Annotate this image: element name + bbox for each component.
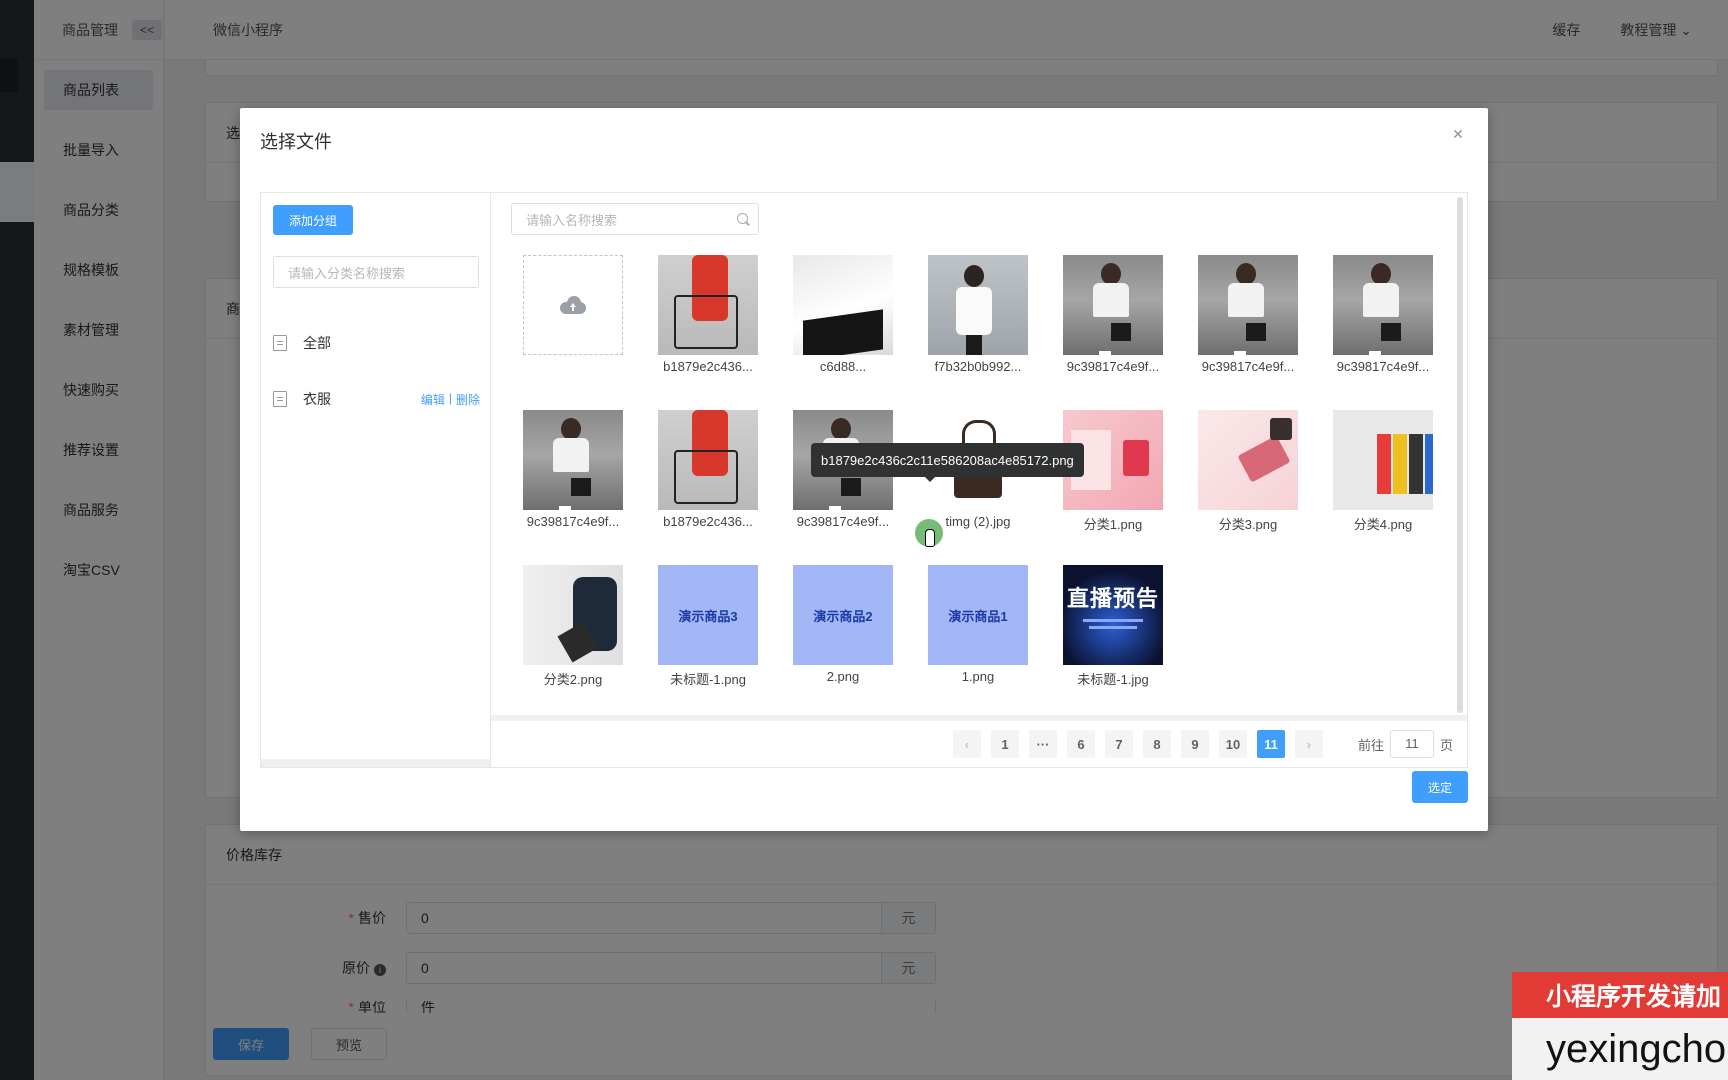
file-thumbnail — [1063, 255, 1163, 355]
file-panel: 请输入名称搜索 b1879e2c436... c6d88... f7b32b0b99… — [491, 193, 1467, 767]
page-jump-input[interactable]: 11 — [1389, 730, 1434, 758]
dialog-title: 选择文件 — [260, 132, 332, 152]
file-name: 9c39817c4e9f... — [1336, 359, 1430, 374]
page-button[interactable]: 8 — [1142, 730, 1171, 758]
file-thumbnail: 直播预告 — [1063, 565, 1163, 665]
file-name: 未标题-1.jpg — [1077, 672, 1149, 687]
file-thumbnail: 演示商品2 — [793, 565, 893, 665]
group-label: 衣服 — [303, 391, 331, 407]
edit-group-link[interactable]: 编辑 — [421, 391, 445, 408]
scrollbar[interactable] — [1457, 197, 1463, 713]
file-thumbnail — [1198, 255, 1298, 355]
file-tile[interactable]: 分类1.png — [1053, 410, 1173, 560]
group-item-clothes[interactable]: 衣服 编辑 | 删除 — [273, 379, 480, 419]
file-name: 9c39817c4e9f... — [1201, 359, 1295, 374]
file-thumbnail — [1333, 410, 1433, 510]
file-tile[interactable]: f7b32b0b992... — [918, 255, 1038, 405]
pagination: ‹ 1 ··· 6 7 8 9 10 11 › 前往 11 页 — [491, 715, 1467, 767]
search-icon[interactable] — [737, 213, 748, 224]
file-tile[interactable]: 分类2.png — [513, 565, 633, 715]
thumbnail-text: 直播预告 — [1066, 586, 1159, 611]
file-name: 2.png — [826, 669, 860, 684]
file-name: b1879e2c436... — [663, 359, 753, 374]
watermark-line2: yexingchon — [1512, 1018, 1728, 1080]
file-name: c6d88... — [819, 359, 867, 374]
file-tile[interactable]: 直播预告未标题-1.jpg — [1053, 565, 1173, 715]
group-label: 全部 — [303, 335, 331, 351]
file-name-tooltip: b1879e2c436c2c11e586208ac4e85172.png — [811, 443, 1084, 482]
page-button[interactable]: 11 — [1256, 730, 1285, 758]
upload-tile[interactable] — [513, 255, 633, 405]
close-icon[interactable]: ✕ — [1448, 124, 1468, 144]
page-jump: 前往 11 页 — [1358, 730, 1453, 758]
file-tile[interactable]: 9c39817c4e9f... — [513, 410, 633, 560]
file-name: b1879e2c436... — [663, 514, 753, 529]
file-tile[interactable]: c6d88... — [783, 255, 903, 405]
dialog-body: 添加分组 请输入分类名称搜索 全部 衣服 编辑 | 删除 请输入名称搜索 b18… — [260, 192, 1468, 768]
group-item-all[interactable]: 全部 — [273, 323, 480, 363]
file-tile[interactable]: 分类4.png — [1323, 410, 1443, 560]
page-button[interactable]: 1 — [990, 730, 1019, 758]
thumbnail-text: 演示商品1 — [948, 608, 1008, 624]
file-thumbnail: 演示商品1 — [928, 565, 1028, 665]
file-name: 分类3.png — [1218, 517, 1278, 532]
thumbnail-text: 演示商品2 — [813, 608, 873, 624]
watermark-line1: 小程序开发请加 — [1512, 972, 1728, 1018]
file-tile[interactable]: 分类3.png — [1188, 410, 1308, 560]
more-pages-button[interactable]: ··· — [1028, 730, 1057, 758]
confirm-button[interactable]: 选定 — [1412, 771, 1468, 803]
upload-area — [523, 255, 623, 355]
page-button[interactable]: 10 — [1218, 730, 1247, 758]
file-thumbnail — [793, 255, 893, 355]
file-name: f7b32b0b992... — [934, 359, 1022, 374]
file-thumbnail: 演示商品3 — [658, 565, 758, 665]
file-name: 分类1.png — [1083, 517, 1143, 532]
file-tile[interactable]: 演示商品3 未标题-1.png — [648, 565, 768, 715]
file-name: 9c39817c4e9f... — [526, 514, 620, 529]
file-tile[interactable]: b1879e2c436... — [648, 410, 768, 560]
file-search-placeholder: 请输入名称搜索 — [526, 212, 618, 228]
watermark: 小程序开发请加 yexingchon — [1512, 972, 1728, 1080]
file-thumbnail — [523, 565, 623, 665]
page-button[interactable]: 7 — [1104, 730, 1133, 758]
thumbnail-text: 演示商品3 — [678, 608, 738, 624]
cloud-upload-icon — [560, 296, 586, 314]
file-search-input[interactable]: 请输入名称搜索 — [511, 203, 759, 235]
next-page-button[interactable]: › — [1294, 730, 1323, 758]
file-thumbnail — [658, 410, 758, 510]
file-thumbnail — [523, 410, 623, 510]
file-name: 分类4.png — [1353, 517, 1413, 532]
file-tile[interactable]: b1879e2c436... — [648, 255, 768, 405]
file-thumbnail — [1198, 410, 1298, 510]
file-thumbnail — [658, 255, 758, 355]
add-group-button[interactable]: 添加分组 — [273, 205, 353, 235]
file-select-dialog: 选择文件 ✕ 添加分组 请输入分类名称搜索 全部 衣服 编辑 | 删除 请输入名… — [240, 108, 1488, 831]
folder-icon — [273, 335, 287, 351]
hand-cursor-icon — [915, 519, 943, 551]
file-name: 分类2.png — [543, 672, 603, 687]
file-thumbnail — [1333, 255, 1433, 355]
file-name: 1.png — [961, 669, 995, 684]
page-button[interactable]: 9 — [1180, 730, 1209, 758]
delete-group-link[interactable]: 删除 — [456, 391, 480, 408]
folder-icon — [273, 391, 287, 407]
page-button[interactable]: 6 — [1066, 730, 1095, 758]
file-tile[interactable]: 演示商品2 2.png — [783, 565, 903, 715]
file-name: 未标题-1.png — [670, 672, 746, 687]
prev-page-button[interactable]: ‹ — [952, 730, 981, 758]
group-panel: 添加分组 请输入分类名称搜索 全部 衣服 编辑 | 删除 — [261, 193, 491, 767]
file-tile[interactable]: 演示商品1 1.png — [918, 565, 1038, 715]
file-tile[interactable]: 9c39817c4e9f... — [1188, 255, 1308, 405]
file-name: 9c39817c4e9f... — [796, 514, 890, 529]
file-tile[interactable]: 9c39817c4e9f... — [1323, 255, 1443, 405]
file-thumbnail — [928, 255, 1028, 355]
group-search-input[interactable]: 请输入分类名称搜索 — [273, 256, 479, 288]
file-name: 9c39817c4e9f... — [1066, 359, 1160, 374]
file-tile[interactable]: 9c39817c4e9f... — [1053, 255, 1173, 405]
file-tile[interactable]: 9c39817c4e9f... — [783, 410, 903, 560]
